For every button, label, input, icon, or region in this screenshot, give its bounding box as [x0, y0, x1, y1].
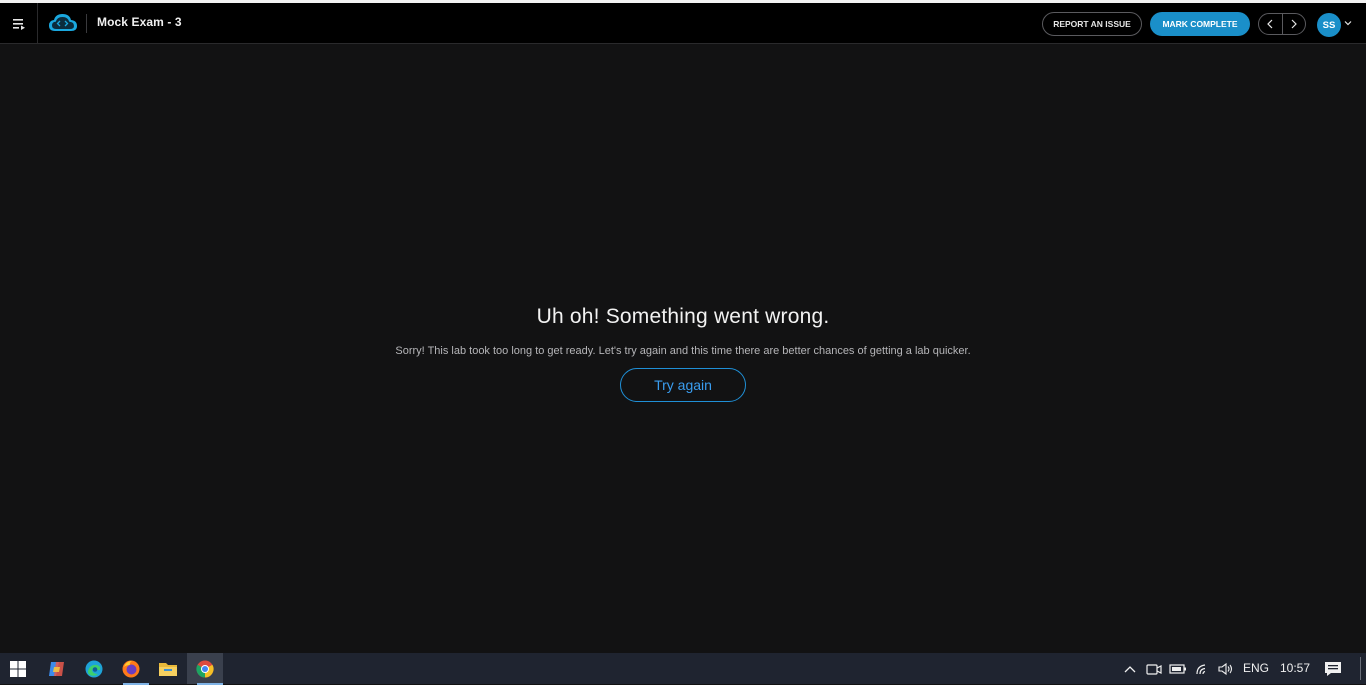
user-avatar[interactable]: SS	[1317, 13, 1341, 37]
taskbar-chrome[interactable]	[193, 657, 223, 685]
windows-taskbar: ENG 10:57	[0, 653, 1366, 685]
system-clock[interactable]: 10:57	[1280, 661, 1310, 675]
notification-center-button[interactable]	[1321, 657, 1345, 681]
error-title: Uh oh! Something went wrong.	[536, 305, 830, 328]
menu-list-icon	[12, 18, 25, 30]
input-language[interactable]: ENG	[1243, 661, 1269, 675]
chrome-icon	[196, 660, 214, 678]
windows-logo-icon	[10, 661, 26, 677]
taskbar-copilot[interactable]	[45, 657, 69, 681]
notification-icon	[1325, 662, 1341, 676]
tray-overflow-button[interactable]	[1118, 657, 1142, 681]
speaker-icon	[1218, 662, 1233, 676]
tray-meet-now[interactable]	[1142, 657, 1166, 681]
exam-title: Mock Exam - 3	[97, 15, 182, 29]
menu-toggle-button[interactable]	[0, 3, 38, 44]
tray-volume[interactable]	[1214, 657, 1238, 681]
show-desktop-divider[interactable]	[1360, 657, 1361, 680]
try-again-button[interactable]: Try again	[620, 368, 746, 402]
previous-button[interactable]	[1259, 14, 1282, 34]
chevron-down-icon[interactable]	[1344, 20, 1352, 26]
taskbar-edge[interactable]	[82, 657, 106, 681]
edge-icon	[85, 660, 103, 678]
lesson-nav-group	[1258, 13, 1306, 35]
error-panel: Uh oh! Something went wrong. Sorry! This…	[0, 300, 1366, 357]
firefox-icon	[122, 660, 140, 678]
windows-start-button[interactable]	[6, 657, 30, 681]
error-message: Sorry! This lab took too long to get rea…	[395, 345, 971, 357]
taskbar-file-explorer[interactable]	[156, 657, 180, 681]
camera-icon	[1146, 664, 1162, 675]
tray-battery[interactable]	[1166, 657, 1190, 681]
mark-complete-button[interactable]: MARK COMPLETE	[1150, 12, 1250, 36]
cloud-code-logo-icon[interactable]	[47, 11, 79, 35]
tray-wifi[interactable]	[1191, 657, 1215, 681]
chevron-right-icon	[1291, 19, 1297, 29]
chevron-left-icon	[1267, 19, 1273, 29]
taskbar-firefox[interactable]	[119, 657, 149, 685]
battery-icon	[1169, 664, 1186, 674]
wifi-icon	[1196, 664, 1206, 675]
report-issue-button[interactable]: REPORT AN ISSUE	[1042, 12, 1142, 36]
chevron-up-icon	[1124, 666, 1136, 673]
folder-icon	[159, 663, 177, 676]
next-button[interactable]	[1283, 14, 1306, 34]
top-header: Mock Exam - 3 REPORT AN ISSUE MARK COMPL…	[0, 3, 1366, 44]
copilot-icon	[49, 662, 64, 676]
title-divider	[86, 14, 87, 33]
